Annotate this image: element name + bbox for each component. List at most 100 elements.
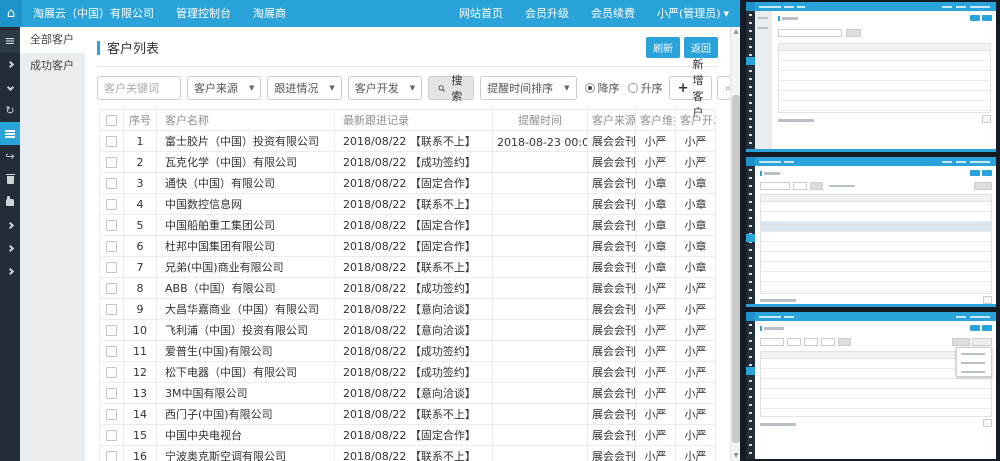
page-preview-1[interactable] — [746, 2, 996, 152]
row-checkbox[interactable] — [106, 430, 117, 441]
row-checkbox[interactable] — [106, 262, 117, 273]
application-window: ⌂ 淘展云（中国）有限公司管理控制台淘展商 网站首页会员升级会员续费小严(管理员… — [0, 0, 1000, 461]
sort-radio-0[interactable]: 降序 — [585, 80, 620, 96]
customer-developer-select[interactable]: 客户开发▼ — [348, 76, 422, 100]
back-button[interactable]: 返回 — [684, 37, 718, 58]
row-checkbox[interactable] — [106, 136, 117, 147]
row-checkbox-cell — [100, 278, 124, 299]
customer-developer: 小章 — [676, 194, 716, 215]
latest-record: 2018/08/22 【联系不上】 — [335, 194, 493, 215]
latest-record: 2018/08/22 【固定合作】 — [335, 425, 493, 446]
chevron-right-icon — [6, 61, 13, 68]
customer-keeper: 小严 — [636, 383, 676, 404]
reminder-sort-select[interactable]: 提醒时间排序▼ — [480, 76, 576, 100]
latest-record: 2018/08/22 【固定合作】 — [335, 173, 493, 194]
customer-source-select[interactable]: 客户来源▼ — [187, 76, 261, 100]
rail-item-2[interactable] — [0, 76, 20, 99]
vertical-scrollbar[interactable]: ▲ ▼ — [730, 27, 740, 461]
select-all-checkbox-cell — [100, 110, 124, 131]
table-row: 1富士胶片（中国）投资有限公司2018/08/22 【联系不上】2018-08-… — [100, 131, 716, 152]
customer-source: 展会会刊 — [588, 257, 636, 278]
rail-item-1[interactable] — [0, 53, 20, 76]
list-icon — [5, 130, 15, 138]
rail-item-5[interactable]: ↪ — [0, 145, 20, 168]
chevron-down-icon: ▼ — [724, 10, 729, 18]
navbar-item-0[interactable]: 淘展云（中国）有限公司 — [22, 0, 165, 27]
customer-name: 飞利浦（中国）投资有限公司 — [157, 320, 335, 341]
navbar-right-item-2[interactable]: 会员续费 — [580, 0, 646, 27]
navbar-item-2[interactable]: 淘展商 — [242, 0, 297, 27]
customer-developer: 小严 — [676, 425, 716, 446]
rail-item-7[interactable] — [0, 191, 20, 214]
row-checkbox[interactable] — [106, 388, 117, 399]
rail-item-3[interactable]: ↻ — [0, 99, 20, 122]
navbar-right-item-3[interactable]: 小严(管理员)▼ — [646, 0, 740, 27]
row-checkbox[interactable] — [106, 409, 117, 420]
rail-item-10[interactable] — [0, 260, 20, 283]
main-layout: ≡ ↻ ↪ 全部客户成功客户 客户列表 刷新 返回 客户来源▼ 跟进情况▼ 客户开发… — [0, 27, 740, 461]
page-preview-2[interactable] — [746, 157, 996, 307]
table-row: 10飞利浦（中国）投资有限公司2018/08/22 【意向洽谈】展会会刊小严小严 — [100, 320, 716, 341]
sort-radio-1[interactable]: 升序 — [628, 80, 663, 96]
table-row: 9大昌华嘉商业（中国）有限公司2018/08/22 【意向洽谈】展会会刊小严小严 — [100, 299, 716, 320]
customer-developer: 小严 — [676, 404, 716, 425]
rail-item-9[interactable] — [0, 237, 20, 260]
rail-item-6[interactable] — [0, 168, 20, 191]
customer-source: 展会会刊 — [588, 383, 636, 404]
mini-icon-rail — [746, 11, 755, 152]
row-checkbox[interactable] — [106, 283, 117, 294]
row-checkbox[interactable] — [106, 304, 117, 315]
row-checkbox[interactable] — [106, 220, 117, 231]
navbar-right-item-0[interactable]: 网站首页 — [448, 0, 514, 27]
row-checkbox[interactable] — [106, 157, 117, 168]
row-checkbox[interactable] — [106, 451, 117, 461]
reminder-time — [493, 320, 588, 341]
keyword-input[interactable] — [97, 76, 181, 100]
row-checkbox[interactable] — [106, 199, 117, 210]
table-row: 12松下电器（中国）有限公司2018/08/22 【成功签约】展会会刊小严小严 — [100, 362, 716, 383]
table-row: 3通快（中国）有限公司2018/08/22 【固定合作】展会会刊小章小章 — [100, 173, 716, 194]
sidebar-item-0[interactable]: 全部客户 — [20, 27, 85, 53]
sidebar-item-1[interactable]: 成功客户 — [20, 53, 85, 79]
radio-icon — [628, 83, 638, 93]
reminder-time — [493, 446, 588, 461]
rail-item-0[interactable]: ≡ — [0, 30, 20, 53]
table-row: 11爱普生(中国)有限公司2018/08/22 【成功签约】展会会刊小严小严 — [100, 341, 716, 362]
plus-icon: + — [678, 82, 689, 95]
customer-source: 展会会刊 — [588, 404, 636, 425]
top-navbar: ⌂ 淘展云（中国）有限公司管理控制台淘展商 网站首页会员升级会员续费小严(管理员… — [0, 0, 740, 27]
row-number: 14 — [124, 404, 157, 425]
follow-up-select[interactable]: 跟进情况▼ — [267, 76, 341, 100]
row-checkbox[interactable] — [106, 367, 117, 378]
scrollbar-thumb[interactable] — [732, 95, 740, 443]
row-checkbox[interactable] — [106, 346, 117, 357]
home-icon[interactable]: ⌂ — [0, 0, 22, 27]
navbar-right-item-1[interactable]: 会员升级 — [514, 0, 580, 27]
row-number: 4 — [124, 194, 157, 215]
search-button[interactable]: 搜索 — [428, 76, 474, 100]
customer-keeper: 小严 — [636, 320, 676, 341]
row-checkbox-cell — [100, 257, 124, 278]
row-number: 12 — [124, 362, 157, 383]
mini-footer — [746, 304, 996, 307]
table-row: 16宁波奥克斯空调有限公司2018/08/22 【联系不上】展会会刊小严小严 — [100, 446, 716, 461]
navbar-item-1[interactable]: 管理控制台 — [165, 0, 242, 27]
refresh-button[interactable]: 刷新 — [646, 37, 680, 58]
add-customer-button[interactable]: +新增客户 — [669, 76, 713, 100]
row-checkbox[interactable] — [106, 178, 117, 189]
latest-record: 2018/08/22 【联系不上】 — [335, 404, 493, 425]
row-checkbox[interactable] — [106, 241, 117, 252]
row-checkbox-cell — [100, 236, 124, 257]
rail-item-8[interactable] — [0, 214, 20, 237]
mini-icon-rail — [746, 321, 755, 459]
customer-table: 序号客户名称最新跟进记录提醒时间客户来源客户维护客户开发操作 1富士胶片（中国）… — [99, 109, 716, 461]
select-all-checkbox[interactable] — [106, 115, 117, 126]
reminder-time — [493, 236, 588, 257]
thumbs-up-icon — [6, 199, 14, 206]
customer-keeper: 小章 — [636, 173, 676, 194]
content-area: 客户列表 刷新 返回 客户来源▼ 跟进情况▼ 客户开发▼ 搜索 提醒时间排序▼ … — [85, 27, 730, 461]
row-checkbox[interactable] — [106, 325, 117, 336]
row-checkbox-cell — [100, 131, 124, 152]
page-preview-3[interactable] — [746, 312, 996, 459]
rail-item-4[interactable] — [0, 122, 20, 145]
